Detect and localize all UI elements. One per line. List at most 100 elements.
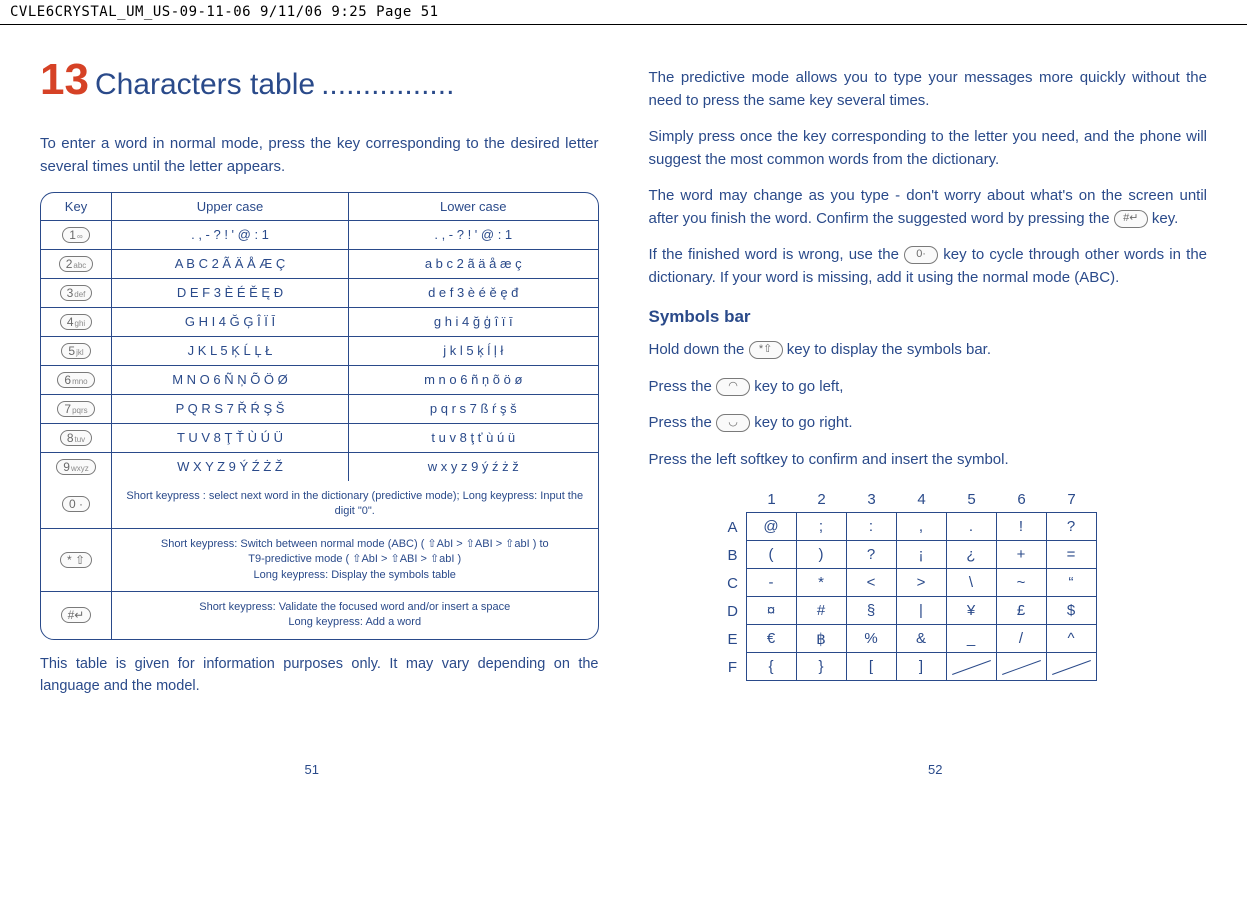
chapter-title: 13 Characters table ................: [40, 55, 599, 105]
key-cell: 7pqrs: [41, 395, 112, 423]
lower-cell: t u v 8 ţ ť ù ú ü: [349, 424, 598, 452]
left-intro-paragraph: To enter a word in normal mode, press th…: [40, 133, 599, 178]
key-cell: 8tuv: [41, 424, 112, 452]
table-note-hash: #↵ Short keypress: Validate the focused …: [41, 592, 598, 639]
left-column: 13 Characters table ................ To …: [40, 55, 599, 712]
key-badge: 1∞: [62, 227, 89, 243]
grid-cell: ฿: [796, 624, 847, 653]
table-row: 8tuv T U V 8 Ţ Ť Ù Ú Üt u v 8 ţ ť ù ú ü: [41, 424, 598, 453]
grid-cell: #: [796, 596, 847, 625]
table-header-row: Key Upper case Lower case: [41, 193, 598, 221]
right-p4: If the finished word is wrong, use the 0…: [649, 244, 1208, 289]
document-header-line: CVLE6CRYSTAL_UM_US-09-11-06 9/11/06 9:25…: [0, 0, 1247, 25]
right-softkey-icon: ◡: [716, 414, 750, 432]
grid-cell: [996, 652, 1047, 681]
symbols-bar-heading: Symbols bar: [649, 307, 1208, 327]
key-badge: 8tuv: [60, 430, 92, 446]
grid-cell: }: [796, 652, 847, 681]
grid-cell: /: [996, 624, 1047, 653]
note-zero-text: Short keypress : select next word in the…: [112, 481, 598, 528]
upper-cell: . , - ? ! ' @ : 1: [112, 221, 349, 249]
key-badge: 4ghi: [60, 314, 92, 330]
key-cell: 5jkl: [41, 337, 112, 365]
table-row: 4ghiG H I 4 Ğ Ģ Î Ï Īg h i 4 ğ ģ î ï ī: [41, 308, 598, 337]
key-cell: 3def: [41, 279, 112, 307]
grid-cell: £: [996, 596, 1047, 625]
grid-col-header: 3: [847, 485, 897, 513]
grid-cell: +: [996, 540, 1047, 569]
table-note-zero: 0 · Short keypress : select next word in…: [41, 481, 598, 529]
table-row: 5jkl J K L 5 Ķ Ĺ Ļ Łj k l 5 ķ ĺ ļ ł: [41, 337, 598, 366]
grid-col-header: 4: [897, 485, 947, 513]
grid-cell: %: [846, 624, 897, 653]
grid-cell: :: [846, 512, 897, 541]
symbols-grid: 1234567A@;:,.!?B()?¡¿+=C-*<>\~“D¤#§|¥£$E…: [719, 485, 1208, 681]
grid-cell: €: [746, 624, 797, 653]
page-number-right: 52: [928, 762, 942, 777]
grid-cell: ?: [846, 540, 897, 569]
grid-cell: |: [896, 596, 947, 625]
th-lower: Lower case: [349, 193, 598, 220]
upper-cell: M N O 6 Ñ Ņ Õ Ö Ø: [112, 366, 349, 394]
left-softkey-icon: ◠: [716, 378, 750, 396]
grid-cell: _: [946, 624, 997, 653]
hash-key-icon: #↵: [1114, 210, 1148, 228]
key-cell: 9wxyz: [41, 453, 112, 481]
table-row: 6mno M N O 6 Ñ Ņ Õ Ö Øm n o 6 ñ ņ õ ö ø: [41, 366, 598, 395]
right-p5: Hold down the *⇧ key to display the symb…: [649, 339, 1208, 362]
table-note-star: * ⇧ Short keypress: Switch between norma…: [41, 529, 598, 592]
note-star-text: Short keypress: Switch between normal mo…: [112, 529, 598, 591]
grid-row-header: F: [719, 653, 747, 681]
characters-table: Key Upper case Lower case 1∞ . , - ? ! ' …: [40, 192, 599, 640]
lower-cell: j k l 5 ķ ĺ ļ ł: [349, 337, 598, 365]
grid-cell: &: [896, 624, 947, 653]
upper-cell: G H I 4 Ğ Ģ Î Ï Ī: [112, 308, 349, 336]
th-key: Key: [41, 193, 112, 220]
page-number-left: 51: [305, 762, 319, 777]
grid-cell: !: [996, 512, 1047, 541]
grid-cell: ;: [796, 512, 847, 541]
grid-cell: *: [796, 568, 847, 597]
lower-cell: d e f 3 è é ě ę đ: [349, 279, 598, 307]
star-key-icon: *⇧: [749, 341, 783, 359]
grid-cell: =: [1046, 540, 1097, 569]
grid-cell: [946, 652, 997, 681]
key-badge: 5jkl: [61, 343, 90, 359]
grid-cell: ]: [896, 652, 947, 681]
table-row: 2abcA B C 2 Ã Ä Å Æ Ça b c 2 ã ä å æ ç: [41, 250, 598, 279]
right-p1: The predictive mode allows you to type y…: [649, 67, 1208, 112]
lower-cell: p q r s 7 ß ŕ ş š: [349, 395, 598, 423]
upper-cell: D E F 3 È É Ě Ę Đ: [112, 279, 349, 307]
key-badge: 3def: [60, 285, 93, 301]
grid-cell: .: [946, 512, 997, 541]
upper-cell: T U V 8 Ţ Ť Ù Ú Ü: [112, 424, 349, 452]
grid-col-header: 2: [797, 485, 847, 513]
grid-col-header: 6: [997, 485, 1047, 513]
right-p2: Simply press once the key corresponding …: [649, 126, 1208, 171]
grid-col-header: 7: [1047, 485, 1097, 513]
table-row: 1∞. , - ? ! ' @ : 1. , - ? ! ' @ : 1: [41, 221, 598, 250]
lower-cell: a b c 2 ã ä å æ ç: [349, 250, 598, 278]
chapter-title-text: Characters table: [95, 68, 315, 102]
grid-row-header: E: [719, 625, 747, 653]
grid-cell: ^: [1046, 624, 1097, 653]
grid-cell: (: [746, 540, 797, 569]
grid-cell: <: [846, 568, 897, 597]
grid-cell: ,: [896, 512, 947, 541]
upper-cell: P Q R S 7 Ř Ŕ Ş Š: [112, 395, 349, 423]
table-row: 7pqrsP Q R S 7 Ř Ŕ Ş Šp q r s 7 ß ŕ ş š: [41, 395, 598, 424]
grid-cell: “: [1046, 568, 1097, 597]
lower-cell: w x y z 9 ý ź ż ž: [349, 453, 598, 481]
zero-key-icon: 0·: [904, 246, 938, 264]
upper-cell: J K L 5 Ķ Ĺ Ļ Ł: [112, 337, 349, 365]
key-cell: 6mno: [41, 366, 112, 394]
grid-cell: ): [796, 540, 847, 569]
right-p7: Press the ◡ key to go right.: [649, 412, 1208, 435]
key-badge: 6mno: [57, 372, 94, 388]
grid-col-header: 1: [747, 485, 797, 513]
key-badge-hash: #↵: [61, 607, 92, 623]
lower-cell: m n o 6 ñ ņ õ ö ø: [349, 366, 598, 394]
key-badge-zero: 0 ·: [62, 496, 90, 512]
grid-cell: ~: [996, 568, 1047, 597]
right-p6: Press the ◠ key to go left,: [649, 376, 1208, 399]
